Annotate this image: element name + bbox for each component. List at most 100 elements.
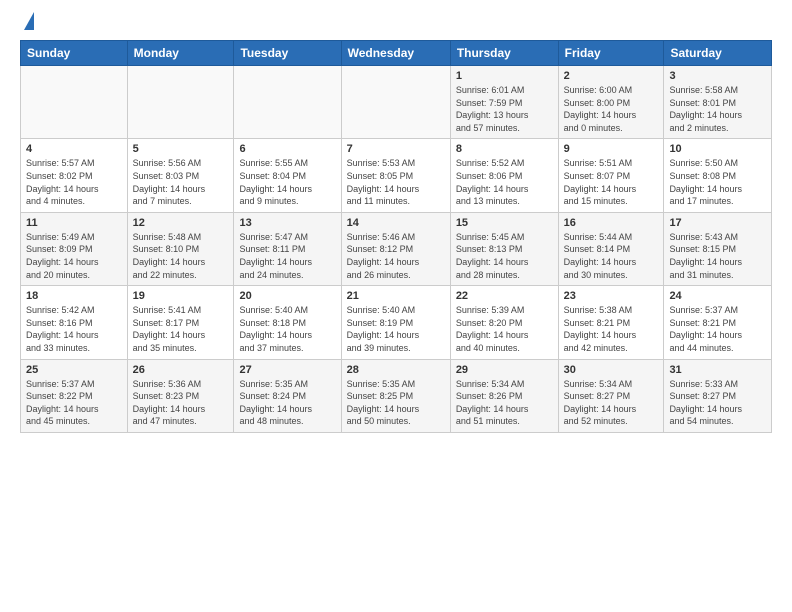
calendar-cell: 9 Sunrise: 5:51 AM Sunset: 8:07 PM Daylig… [558,139,664,212]
calendar-day-header: Tuesday [234,41,341,66]
day-info: Sunrise: 5:56 AM Sunset: 8:03 PM Dayligh… [133,157,229,207]
day-info: Sunrise: 5:35 AM Sunset: 8:25 PM Dayligh… [347,378,445,428]
day-info: Sunrise: 5:51 AM Sunset: 8:07 PM Dayligh… [564,157,659,207]
calendar-cell: 19Sunrise: 5:41 AM Sunset: 8:17 PM Dayli… [127,286,234,359]
calendar-cell: 11 Sunrise: 5:49 AM Sunset: 8:09 PM Dayli… [21,212,128,285]
day-info: Sunrise: 5:35 AM Sunset: 8:24 PM Dayligh… [239,378,335,428]
day-number: 29 [456,364,553,376]
day-number: 22 [456,290,553,302]
calendar-cell: 31 Sunrise: 5:33 AM Sunset: 8:27 PM Dayli… [664,359,772,432]
calendar-day-header: Thursday [450,41,558,66]
day-info: Sunrise: 5:53 AM Sunset: 8:05 PM Dayligh… [347,157,445,207]
calendar-cell: 23 Sunrise: 5:38 AM Sunset: 8:21 PM Dayli… [558,286,664,359]
day-number: 30 [564,364,659,376]
day-number: 12 [133,217,229,229]
day-number: 4 [26,143,122,155]
calendar-cell: 5 Sunrise: 5:56 AM Sunset: 8:03 PM Daylig… [127,139,234,212]
day-info: Sunrise: 5:57 AM Sunset: 8:02 PM Dayligh… [26,157,122,207]
calendar-cell: 15 Sunrise: 5:45 AM Sunset: 8:13 PM Dayli… [450,212,558,285]
day-number: 27 [239,364,335,376]
day-info: Sunrise: 5:55 AM Sunset: 8:04 PM Dayligh… [239,157,335,207]
calendar-header-row: SundayMondayTuesdayWednesdayThursdayFrid… [21,41,772,66]
day-number: 9 [564,143,659,155]
calendar-cell [127,66,234,139]
day-info: Sunrise: 5:37 AM Sunset: 8:22 PM Dayligh… [26,378,122,428]
calendar-cell: 20 Sunrise: 5:40 AM Sunset: 8:18 PM Dayli… [234,286,341,359]
calendar-cell: 30Sunrise: 5:34 AM Sunset: 8:27 PM Dayli… [558,359,664,432]
day-info: Sunrise: 5:40 AM Sunset: 8:19 PM Dayligh… [347,304,445,354]
day-number: 15 [456,217,553,229]
day-info: Sunrise: 5:43 AM Sunset: 8:15 PM Dayligh… [669,231,766,281]
day-number: 16 [564,217,659,229]
calendar-week-row: 11 Sunrise: 5:49 AM Sunset: 8:09 PM Dayli… [21,212,772,285]
logo-triangle-icon [24,12,34,30]
calendar-day-header: Wednesday [341,41,450,66]
day-info: Sunrise: 5:47 AM Sunset: 8:11 PM Dayligh… [239,231,335,281]
day-info: Sunrise: 5:40 AM Sunset: 8:18 PM Dayligh… [239,304,335,354]
day-info: Sunrise: 5:42 AM Sunset: 8:16 PM Dayligh… [26,304,122,354]
calendar-week-row: 18 Sunrise: 5:42 AM Sunset: 8:16 PM Dayli… [21,286,772,359]
logo-top [20,16,34,30]
calendar-cell [341,66,450,139]
day-number: 8 [456,143,553,155]
calendar-cell: 25 Sunrise: 5:37 AM Sunset: 8:22 PM Dayli… [21,359,128,432]
day-info: Sunrise: 5:44 AM Sunset: 8:14 PM Dayligh… [564,231,659,281]
day-number: 31 [669,364,766,376]
day-number: 3 [669,70,766,82]
day-number: 21 [347,290,445,302]
day-number: 23 [564,290,659,302]
day-number: 25 [26,364,122,376]
day-info: Sunrise: 5:50 AM Sunset: 8:08 PM Dayligh… [669,157,766,207]
day-info: Sunrise: 5:46 AM Sunset: 8:12 PM Dayligh… [347,231,445,281]
day-info: Sunrise: 5:34 AM Sunset: 8:26 PM Dayligh… [456,378,553,428]
calendar-cell: 4 Sunrise: 5:57 AM Sunset: 8:02 PM Daylig… [21,139,128,212]
day-info: Sunrise: 5:38 AM Sunset: 8:21 PM Dayligh… [564,304,659,354]
day-info: Sunrise: 6:01 AM Sunset: 7:59 PM Dayligh… [456,84,553,134]
day-number: 5 [133,143,229,155]
calendar-day-header: Monday [127,41,234,66]
calendar-cell: 24 Sunrise: 5:37 AM Sunset: 8:21 PM Dayli… [664,286,772,359]
day-number: 2 [564,70,659,82]
day-info: Sunrise: 5:58 AM Sunset: 8:01 PM Dayligh… [669,84,766,134]
day-info: Sunrise: 5:39 AM Sunset: 8:20 PM Dayligh… [456,304,553,354]
calendar-cell: 6 Sunrise: 5:55 AM Sunset: 8:04 PM Daylig… [234,139,341,212]
day-number: 19 [133,290,229,302]
day-number: 18 [26,290,122,302]
day-info: Sunrise: 5:36 AM Sunset: 8:23 PM Dayligh… [133,378,229,428]
calendar-cell: 28Sunrise: 5:35 AM Sunset: 8:25 PM Dayli… [341,359,450,432]
day-info: Sunrise: 5:33 AM Sunset: 8:27 PM Dayligh… [669,378,766,428]
day-number: 13 [239,217,335,229]
calendar-cell: 10Sunrise: 5:50 AM Sunset: 8:08 PM Dayli… [664,139,772,212]
calendar-cell: 7 Sunrise: 5:53 AM Sunset: 8:05 PM Daylig… [341,139,450,212]
day-number: 20 [239,290,335,302]
day-number: 26 [133,364,229,376]
calendar-cell: 21 Sunrise: 5:40 AM Sunset: 8:19 PM Dayli… [341,286,450,359]
header [20,16,772,28]
day-number: 6 [239,143,335,155]
calendar-day-header: Saturday [664,41,772,66]
day-number: 14 [347,217,445,229]
calendar-cell [21,66,128,139]
day-info: Sunrise: 5:49 AM Sunset: 8:09 PM Dayligh… [26,231,122,281]
day-number: 17 [669,217,766,229]
day-info: Sunrise: 5:45 AM Sunset: 8:13 PM Dayligh… [456,231,553,281]
calendar-cell: 1Sunrise: 6:01 AM Sunset: 7:59 PM Daylig… [450,66,558,139]
day-number: 7 [347,143,445,155]
calendar-week-row: 1Sunrise: 6:01 AM Sunset: 7:59 PM Daylig… [21,66,772,139]
calendar-cell: 26 Sunrise: 5:36 AM Sunset: 8:23 PM Dayli… [127,359,234,432]
calendar-cell: 8Sunrise: 5:52 AM Sunset: 8:06 PM Daylig… [450,139,558,212]
calendar-cell: 27 Sunrise: 5:35 AM Sunset: 8:24 PM Dayli… [234,359,341,432]
calendar-table: SundayMondayTuesdayWednesdayThursdayFrid… [20,40,772,433]
calendar-cell: 13 Sunrise: 5:47 AM Sunset: 8:11 PM Dayli… [234,212,341,285]
calendar-day-header: Friday [558,41,664,66]
day-info: Sunrise: 6:00 AM Sunset: 8:00 PM Dayligh… [564,84,659,134]
day-number: 24 [669,290,766,302]
calendar-cell: 17 Sunrise: 5:43 AM Sunset: 8:15 PM Dayli… [664,212,772,285]
calendar-week-row: 25 Sunrise: 5:37 AM Sunset: 8:22 PM Dayli… [21,359,772,432]
page: SundayMondayTuesdayWednesdayThursdayFrid… [0,0,792,612]
day-info: Sunrise: 5:37 AM Sunset: 8:21 PM Dayligh… [669,304,766,354]
logo [20,16,34,28]
day-number: 11 [26,217,122,229]
calendar-cell: 14 Sunrise: 5:46 AM Sunset: 8:12 PM Dayli… [341,212,450,285]
calendar-cell: 29 Sunrise: 5:34 AM Sunset: 8:26 PM Dayli… [450,359,558,432]
